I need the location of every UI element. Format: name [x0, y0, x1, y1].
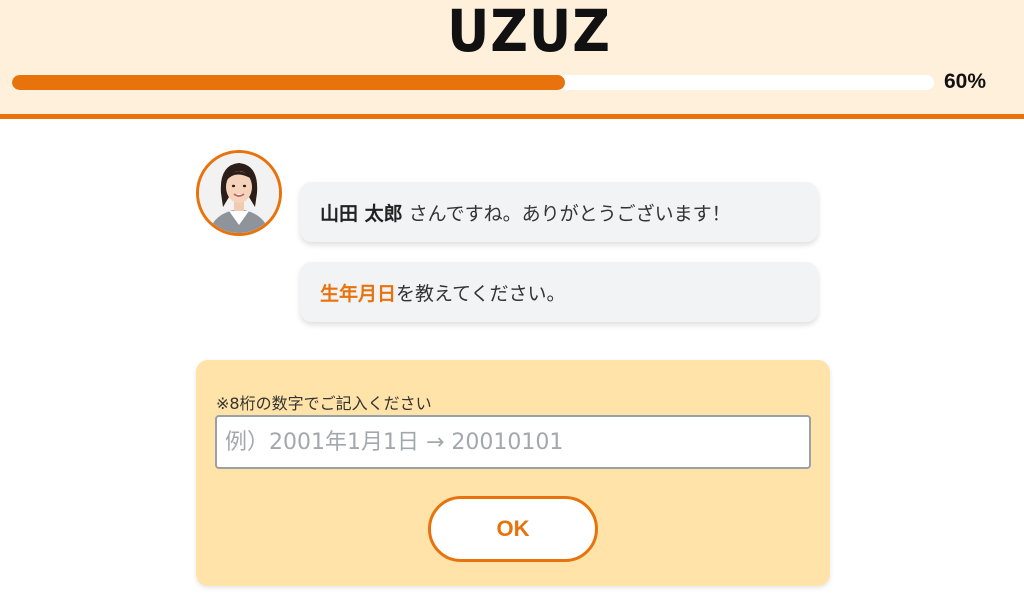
chat-bubble-question: 生年月日 を教えてください。 [300, 262, 818, 322]
logo: UZUZ [447, 0, 611, 66]
chat-bubble-greeting: 山田 太郎 さんですね。ありがとうございます！ [300, 182, 818, 242]
birthdate-form: ※8桁の数字でご記入ください OK [196, 360, 830, 586]
question-highlight: 生年月日 [320, 282, 397, 305]
progress-bar [12, 75, 934, 90]
user-name: 山田 太郎 [320, 202, 403, 225]
progress-percent: 60% [944, 70, 987, 93]
header: UZUZ 60% [0, 0, 1024, 119]
avatar-photo-icon [199, 153, 279, 233]
greeting-text: さんですね。ありがとうございます！ [408, 202, 731, 225]
progress-bar-fill [12, 75, 566, 90]
assistant-avatar [196, 150, 282, 236]
ok-button[interactable]: OK [428, 496, 598, 562]
input-note: ※8桁の数字でご記入ください [216, 394, 432, 413]
question-text: を教えてください。 [396, 282, 566, 305]
birthdate-input[interactable] [215, 415, 811, 469]
